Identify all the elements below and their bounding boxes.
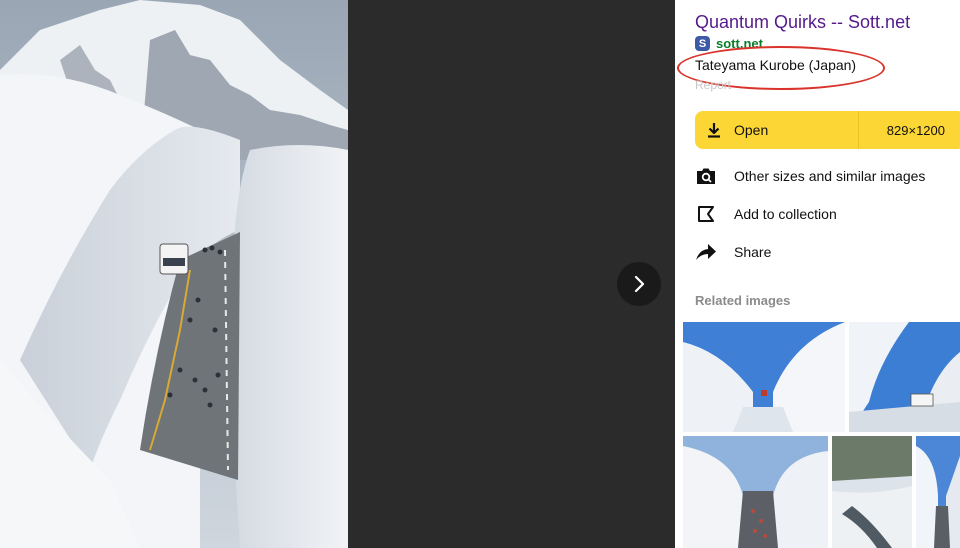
open-image-button[interactable]: Open 829×1200	[695, 111, 960, 149]
image-size-label[interactable]: 829×1200	[887, 123, 945, 138]
open-button-label: Open	[734, 122, 769, 138]
download-icon	[708, 123, 720, 138]
related-image-thumbnail[interactable]	[832, 436, 912, 548]
related-image-thumbnail[interactable]	[683, 436, 828, 548]
share-button[interactable]: Share	[695, 240, 771, 264]
source-domain-link[interactable]: sott.net	[716, 36, 763, 51]
other-sizes-button[interactable]: Other sizes and similar images	[695, 164, 925, 188]
other-sizes-label: Other sizes and similar images	[734, 168, 926, 184]
related-images-heading: Related images	[695, 293, 791, 308]
image-info-sidebar: Quantum Quirks -- Sott.net S sott.net Ta…	[675, 0, 960, 548]
report-link[interactable]: Report	[695, 78, 731, 92]
camera-search-icon	[695, 165, 717, 187]
share-label: Share	[734, 244, 772, 260]
sott-logo-icon: S	[695, 36, 710, 51]
image-viewer	[0, 0, 675, 548]
main-image[interactable]	[0, 0, 348, 548]
related-image-thumbnail[interactable]	[683, 322, 845, 432]
snow-corridor-photo	[0, 0, 348, 548]
add-to-collection-button[interactable]: Add to collection	[695, 202, 837, 226]
next-image-button[interactable]	[617, 262, 661, 306]
open-button-divider	[858, 111, 859, 149]
related-image-thumbnail[interactable]	[916, 436, 960, 548]
bookmark-icon	[695, 203, 717, 225]
image-caption: Tateyama Kurobe (Japan)	[695, 57, 857, 73]
related-image-thumbnail[interactable]	[849, 322, 960, 432]
chevron-right-icon	[634, 275, 645, 293]
share-arrow-icon	[695, 241, 717, 263]
source-page-title-link[interactable]: Quantum Quirks -- Sott.net	[695, 12, 910, 33]
add-to-collection-label: Add to collection	[734, 206, 837, 222]
source-row[interactable]: S sott.net	[695, 36, 763, 51]
